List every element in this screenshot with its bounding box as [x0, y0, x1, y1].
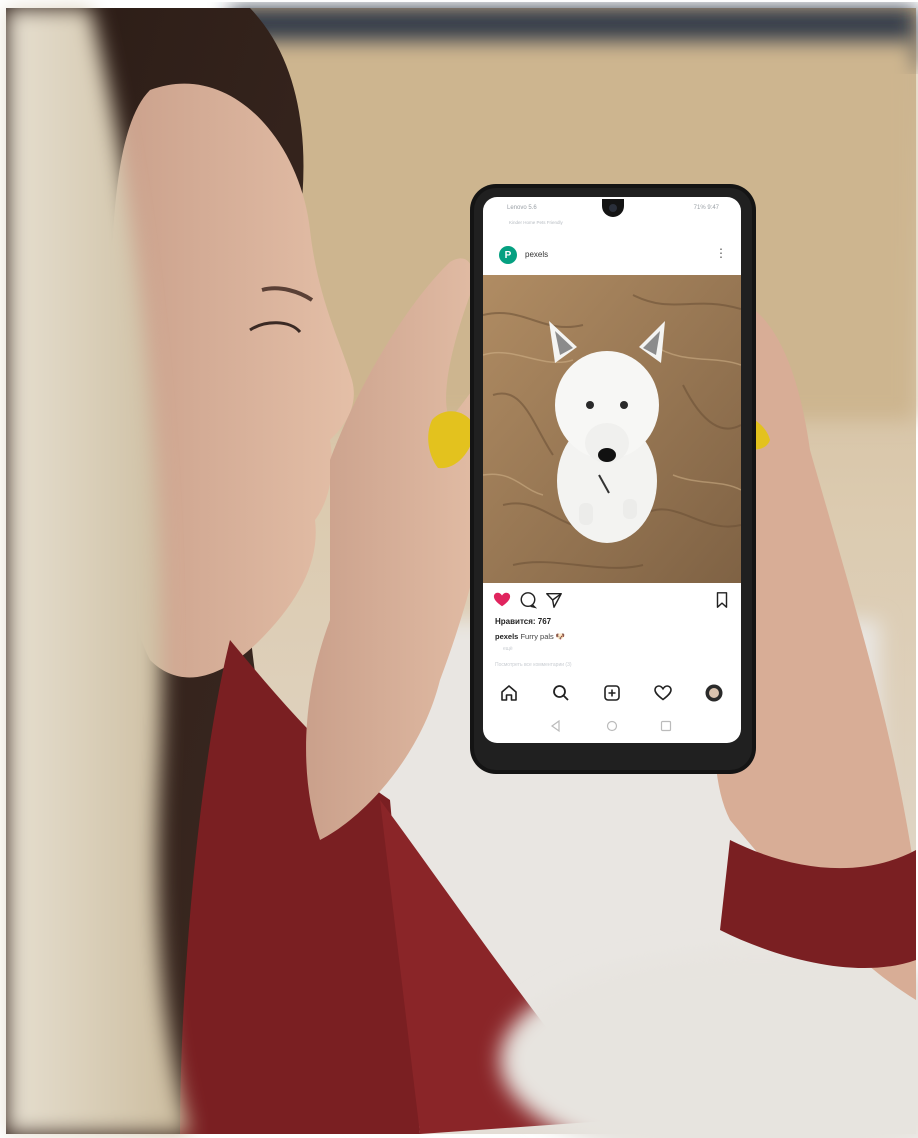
post-action-bar — [483, 589, 741, 611]
home-circle-icon[interactable] — [605, 719, 619, 733]
home-icon[interactable] — [499, 683, 519, 703]
comment-icon[interactable] — [519, 591, 537, 609]
post-image-white-dog[interactable] — [483, 275, 741, 583]
view-comments-link[interactable]: Посмотреть все комментарии (3) — [495, 662, 572, 668]
caption-text: Furry pals 🐶 — [520, 632, 566, 641]
system-navigation-bar — [483, 715, 741, 737]
likes-count[interactable]: Нравится: 767 — [495, 617, 551, 626]
post-header: P pexels ⋮ — [483, 241, 741, 271]
post-caption: pexels Furry pals 🐶 — [495, 632, 565, 641]
heart-icon[interactable] — [493, 591, 511, 609]
profile-avatar[interactable] — [704, 683, 724, 703]
status-carrier: Lenovo 5.6 — [507, 205, 537, 211]
status-subtitle: Kinder Home Pets Friendly — [509, 220, 563, 225]
phone-screen: Lenovo 5.6 71% 9:47 Kinder Home Pets Fri… — [483, 197, 741, 743]
recents-icon[interactable] — [659, 719, 673, 733]
account-name[interactable]: pexels — [525, 250, 548, 259]
caption-more-link[interactable]: ещё — [503, 646, 513, 652]
bookmark-icon[interactable] — [713, 591, 731, 609]
search-icon[interactable] — [551, 683, 571, 703]
account-avatar[interactable]: P — [499, 246, 517, 264]
add-post-icon[interactable] — [602, 683, 622, 703]
back-icon[interactable] — [549, 719, 563, 733]
bottom-navigation — [483, 679, 741, 709]
more-options-icon[interactable]: ⋮ — [715, 247, 727, 259]
activity-icon[interactable] — [653, 683, 673, 703]
status-battery-time: 71% 9:47 — [693, 205, 719, 211]
share-icon[interactable] — [545, 591, 563, 609]
photo-background — [0, 0, 918, 1138]
caption-username[interactable]: pexels — [495, 632, 518, 641]
